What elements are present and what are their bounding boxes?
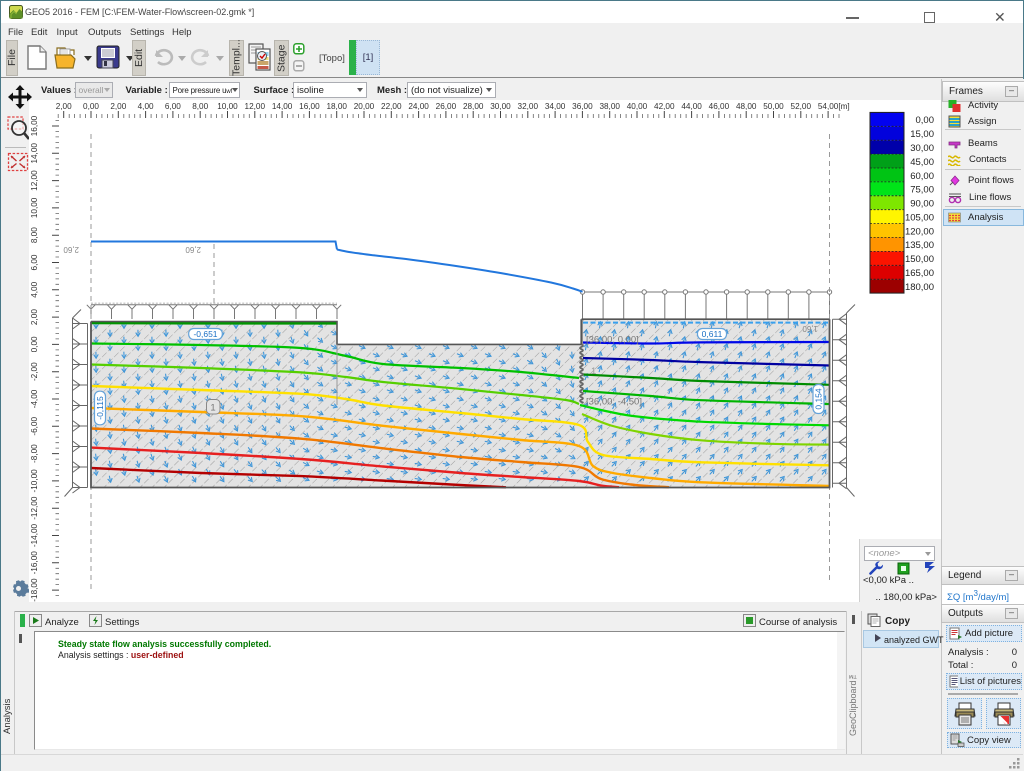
svg-text:-12,00: -12,00 — [30, 496, 39, 520]
svg-text:165,00: 165,00 — [905, 268, 934, 279]
svg-text:14,00: 14,00 — [272, 102, 293, 111]
svg-text:0,00: 0,00 — [30, 336, 39, 352]
svg-text:2,00: 2,00 — [56, 102, 72, 111]
svg-text:24,00: 24,00 — [408, 102, 429, 111]
svg-text:-14,00: -14,00 — [30, 523, 39, 547]
svg-text:[36,00; 0,00]: [36,00; 0,00] — [586, 335, 639, 346]
svg-text:30,00: 30,00 — [910, 143, 934, 154]
svg-text:0,611: 0,611 — [702, 329, 723, 339]
svg-text:30,00: 30,00 — [490, 102, 511, 111]
svg-text:4,00: 4,00 — [138, 102, 154, 111]
svg-text:75,00: 75,00 — [910, 185, 934, 196]
svg-text:36,00: 36,00 — [572, 102, 593, 111]
svg-text:26,00: 26,00 — [436, 102, 457, 111]
svg-text:0,00: 0,00 — [83, 102, 99, 111]
svg-text:135,00: 135,00 — [905, 240, 934, 251]
svg-text:22,00: 22,00 — [381, 102, 402, 111]
svg-text:2,60: 2,60 — [185, 245, 201, 254]
svg-text:20,00: 20,00 — [354, 102, 375, 111]
svg-text:-0,115: -0,115 — [95, 396, 105, 420]
svg-text:0,154: 0,154 — [814, 388, 824, 410]
svg-text:2,00: 2,00 — [30, 309, 39, 325]
svg-text:40,00: 40,00 — [627, 102, 648, 111]
svg-text:8,00: 8,00 — [192, 102, 208, 111]
svg-text:0,00: 0,00 — [916, 115, 935, 126]
svg-text:45,00: 45,00 — [910, 157, 934, 168]
svg-text:2,00: 2,00 — [110, 102, 126, 111]
svg-text:42,00: 42,00 — [654, 102, 675, 111]
svg-text:14,00: 14,00 — [30, 143, 39, 164]
svg-text:90,00: 90,00 — [910, 199, 934, 210]
svg-text:10,00: 10,00 — [217, 102, 238, 111]
svg-text:10,00: 10,00 — [30, 197, 39, 218]
svg-text:6,00: 6,00 — [165, 102, 181, 111]
svg-text:150,00: 150,00 — [905, 254, 934, 265]
svg-text:52,00: 52,00 — [791, 102, 812, 111]
svg-text:180,00: 180,00 — [905, 282, 934, 293]
svg-text:105,00: 105,00 — [905, 212, 934, 223]
svg-text:32,00: 32,00 — [518, 102, 539, 111]
svg-text:50,00: 50,00 — [763, 102, 784, 111]
svg-text:16,00: 16,00 — [30, 115, 39, 136]
svg-text:16,00: 16,00 — [299, 102, 320, 111]
svg-text:2,60: 2,60 — [63, 245, 79, 254]
svg-text:12,00: 12,00 — [30, 170, 39, 191]
svg-text:54,00: 54,00 — [818, 102, 839, 111]
svg-text:48,00: 48,00 — [736, 102, 757, 111]
svg-text:6,00: 6,00 — [30, 254, 39, 270]
svg-text:-10,00: -10,00 — [30, 469, 39, 493]
svg-text:1,60: 1,60 — [802, 324, 818, 333]
svg-text:34,00: 34,00 — [545, 102, 566, 111]
svg-text:15,00: 15,00 — [910, 129, 934, 140]
svg-text:120,00: 120,00 — [905, 226, 934, 237]
svg-text:-0,651: -0,651 — [193, 329, 217, 339]
svg-text:-4,00: -4,00 — [30, 389, 39, 408]
svg-text:18,00: 18,00 — [326, 102, 347, 111]
svg-text:28,00: 28,00 — [463, 102, 484, 111]
svg-text:12,00: 12,00 — [245, 102, 266, 111]
svg-text:-8,00: -8,00 — [30, 444, 39, 463]
svg-text:[m]: [m] — [838, 102, 849, 111]
svg-text:60,00: 60,00 — [910, 171, 934, 182]
svg-text:-18,00: -18,00 — [30, 578, 39, 602]
svg-text:-16,00: -16,00 — [30, 551, 39, 575]
svg-text:46,00: 46,00 — [709, 102, 730, 111]
svg-text:-2,00: -2,00 — [30, 362, 39, 381]
svg-text:1: 1 — [210, 403, 215, 414]
svg-text:44,00: 44,00 — [681, 102, 702, 111]
svg-text:38,00: 38,00 — [599, 102, 620, 111]
svg-text:1: 1 — [591, 366, 596, 377]
svg-text:4,00: 4,00 — [30, 281, 39, 297]
svg-text:8,00: 8,00 — [30, 227, 39, 243]
svg-text:[36,00; -4,50]: [36,00; -4,50] — [586, 397, 642, 408]
svg-text:-6,00: -6,00 — [30, 417, 39, 436]
